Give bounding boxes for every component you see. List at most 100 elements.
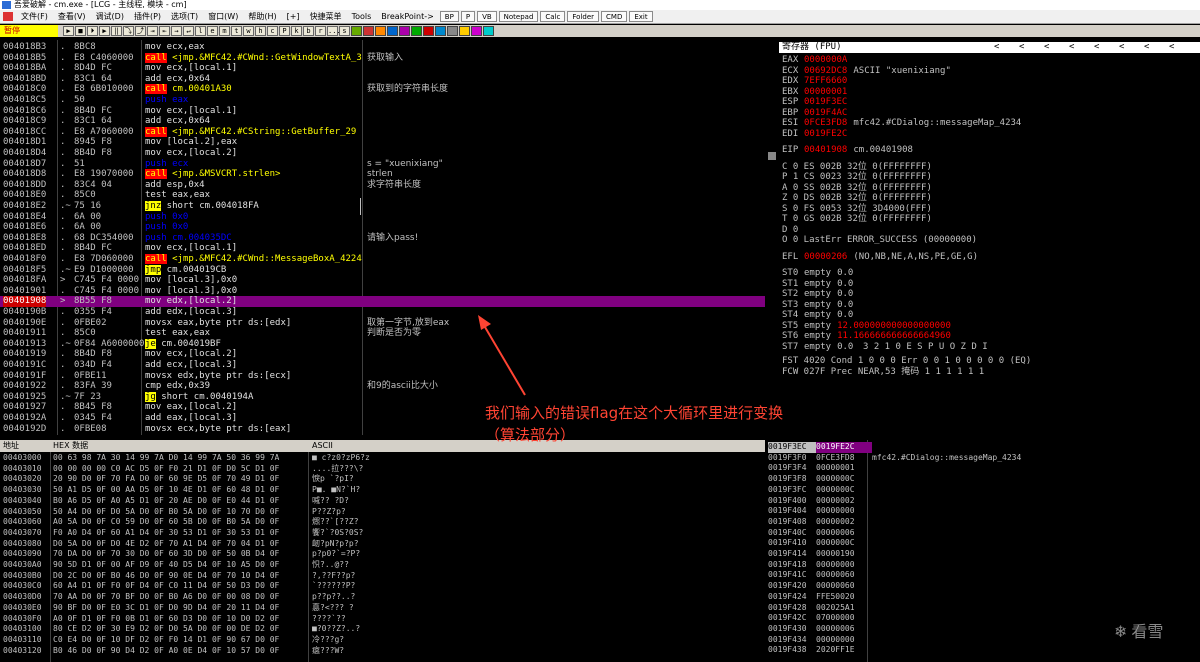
dump-header-hex[interactable]: HEX 数据 xyxy=(53,440,88,452)
register-value[interactable]: 00692DC8 xyxy=(804,66,847,76)
stack-row[interactable]: 0019F40C 00000006 xyxy=(768,528,872,539)
stack-row[interactable]: 0019F3FC 0000000C xyxy=(768,485,872,496)
registers-pane[interactable]: 寄存器 (FPU) < < < < < < < < EAX 0000000A ECX 00692DC… xyxy=(779,40,1200,440)
disasm-row[interactable]: 004018FA > C745 F4 0000 mov [local.3],0x0 xyxy=(0,275,765,286)
register-row[interactable]: ESI 0FCE3FD8 mfc42.#CDialog::messageMap_42… xyxy=(782,118,1021,129)
register-row[interactable]: EBX 00000001 xyxy=(782,87,847,98)
chevron-left-icon[interactable]: < xyxy=(1119,42,1124,53)
menu-item[interactable]: 查看(V) xyxy=(53,10,91,23)
disasm-row[interactable]: 004018C9. 83C1 64 add ecx,0x64 xyxy=(0,116,765,127)
chevron-left-icon[interactable]: < xyxy=(1019,42,1024,53)
registers-header[interactable]: 寄存器 (FPU) < < < < < < < < xyxy=(779,42,1200,53)
toolbar-window-button[interactable]: P xyxy=(279,26,290,36)
stack-row[interactable]: 0019F434 00000000 xyxy=(768,635,872,646)
flag-row[interactable]: D 0 xyxy=(782,225,798,236)
toolbar-control-icon[interactable]: ▶ xyxy=(63,26,74,36)
register-value[interactable]: 0019FE2C xyxy=(804,129,847,139)
menu-item[interactable]: Tools xyxy=(347,10,377,23)
disasm-row[interactable]: 004018D4. 8B4D F8 mov ecx,[local.2] xyxy=(0,148,765,159)
register-value[interactable]: 0FCE3FD8 xyxy=(804,118,847,128)
flag-row[interactable]: O 0 LastErr ERROR_SUCCESS (00000000) xyxy=(782,235,977,246)
toolbar-window-button[interactable]: w xyxy=(243,26,254,36)
disasm-row[interactable]: 004018F0. E8 7D060000 call <jmp.&MFC42.#CW… xyxy=(0,254,765,265)
disasm-row[interactable]: 0040191C. 034D F4 add ecx,[local.3] xyxy=(0,360,765,371)
stack-row[interactable]: 0019F408 00000002 xyxy=(768,517,872,528)
disasm-row[interactable]: 00401908 >8B55 F8 mov edx,[local.2] xyxy=(0,296,765,308)
stack-row[interactable]: 0019F3F0 0FCE3FD8 mfc42.#CDialog::messageM… xyxy=(768,453,1021,464)
menu-item[interactable]: [+] xyxy=(282,10,305,23)
register-row[interactable]: EAX 0000000A xyxy=(782,55,847,66)
fpu-row[interactable]: ST7 empty 0.0 xyxy=(782,342,853,353)
menu-tool-button[interactable]: P xyxy=(460,11,476,22)
toolbar-plugin-icon[interactable] xyxy=(471,26,482,36)
disassembly-scrollbar[interactable] xyxy=(765,40,779,435)
toolbar-window-button[interactable]: r xyxy=(315,26,326,36)
disasm-row[interactable]: 004018D7. 51 push ecx s = "xuenixiang" xyxy=(0,159,765,170)
disasm-row[interactable]: 004018C6. 8B4D FC mov ecx,[local.1] xyxy=(0,106,765,117)
flag-row[interactable]: S 0 FS 0053 32位 3D4000(FFF) xyxy=(782,204,932,215)
menu-tool-button[interactable]: CMD xyxy=(601,11,628,22)
stack-row[interactable]: 0019F438 2020FF1E xyxy=(768,645,872,656)
flag-row[interactable]: A 0 SS 002B 32位 0(FFFFFFFF) xyxy=(782,183,932,194)
disasm-row[interactable]: 004018B3. 8BC8 mov ecx,eax xyxy=(0,42,765,53)
chevron-left-icon[interactable]: < xyxy=(1069,42,1074,53)
disasm-row[interactable]: 004018C0. E8 6B010000 call cm.00401A30 获取到的… xyxy=(0,84,765,95)
scrollbar-thumb[interactable] xyxy=(768,152,776,160)
toolbar-control-icon[interactable]: ⇤ xyxy=(159,26,170,36)
fpu-row[interactable]: ST3 empty 0.0 xyxy=(782,300,853,311)
register-value[interactable]: 7EFF6660 xyxy=(804,76,847,86)
disasm-row[interactable]: 004018E8. 68 DC354000 push cm.004035DC 请输入p… xyxy=(0,233,765,244)
chevron-left-icon[interactable]: < xyxy=(1169,42,1174,53)
register-row[interactable]: ECX 00692DC8 ASCII "xuenixiang" xyxy=(782,66,951,77)
disassembly-pane[interactable]: 004018B3. 8BC8 mov ecx,eax 004018B5. E8 C406… xyxy=(0,40,765,435)
disasm-row[interactable]: 00401911. 85C0 test eax,eax 判断是否为零 xyxy=(0,328,765,339)
menu-item[interactable]: 插件(P) xyxy=(129,10,166,23)
register-value[interactable]: 00401908 xyxy=(804,145,847,155)
stack-row[interactable]: 0019F430 00000006 xyxy=(768,624,872,635)
menu-tool-button[interactable]: Folder xyxy=(567,11,600,22)
menu-item[interactable]: 调试(D) xyxy=(91,10,129,23)
disasm-row[interactable]: 004018CC. E8 A7060000 call <jmp.&MFC42.#CS… xyxy=(0,126,765,138)
toolbar-plugin-icon[interactable] xyxy=(447,26,458,36)
flag-row[interactable]: Z 0 DS 002B 32位 0(FFFFFFFF) xyxy=(782,193,932,204)
toolbar-window-button[interactable]: m xyxy=(219,26,230,36)
stack-row[interactable]: 0019F3EC 0019FE2C xyxy=(768,442,872,453)
disasm-row[interactable]: 004018E0. 85C0 test eax,eax xyxy=(0,190,765,201)
toolbar-window-button[interactable]: e xyxy=(207,26,218,36)
toolbar-control-icon[interactable]: ⇥ xyxy=(147,26,158,36)
toolbar-control-icon[interactable]: ■ xyxy=(75,26,86,36)
disasm-row[interactable]: 00401922. 83FA 39 cmp edx,0x39 和9的ascii比大小 xyxy=(0,381,765,392)
fpu-row[interactable]: ST5 empty 12.000000000000000000 xyxy=(782,321,951,332)
disasm-row[interactable]: 004018C5. 50 push eax xyxy=(0,95,765,106)
fpu-row[interactable]: ST0 empty 0.0 xyxy=(782,268,853,279)
stack-row[interactable]: 0019F410 0000000C xyxy=(768,538,872,549)
stack-row[interactable]: 0019F3F8 0000000C xyxy=(768,474,872,485)
toolbar-window-button[interactable]: c xyxy=(267,26,278,36)
toolbar-plugin-icon[interactable] xyxy=(375,26,386,36)
toolbar-plugin-icon[interactable] xyxy=(363,26,374,36)
register-value[interactable]: 0000000A xyxy=(804,55,847,65)
chevron-left-icon[interactable]: < xyxy=(994,42,999,53)
disasm-row[interactable]: 004018D8. E8 19070000 call <jmp.&MSVCRT.st… xyxy=(0,169,765,180)
disasm-row[interactable]: 004018B5. E8 C4060000 call <jmp.&MFC42.#CW… xyxy=(0,52,765,64)
toolbar-window-button[interactable]: ... xyxy=(327,26,341,36)
menu-item[interactable]: 帮助(H) xyxy=(243,10,281,23)
dump-header-address[interactable]: 地址 xyxy=(3,440,19,452)
toolbar-control-icon[interactable]: ⤵ xyxy=(123,26,134,36)
menu-item[interactable]: 选项(T) xyxy=(166,10,203,23)
dump-header-ascii[interactable]: ASCII xyxy=(312,440,333,452)
toolbar-plugin-icon[interactable] xyxy=(483,26,494,36)
register-row[interactable]: EDX 7EFF6660 xyxy=(782,76,847,87)
stack-row[interactable]: 0019F418 00000000 xyxy=(768,560,872,571)
menu-tool-button[interactable]: Calc xyxy=(540,11,566,22)
toolbar-window-button[interactable]: t xyxy=(231,26,242,36)
toolbar-control-icon[interactable]: ↵ xyxy=(183,26,194,36)
fpu-row[interactable]: ST1 empty 0.0 xyxy=(782,279,853,290)
menu-item[interactable]: BreakPoint-> xyxy=(376,10,439,23)
disasm-row[interactable]: 0040190B. 0355 F4 add edx,[local.3] xyxy=(0,307,765,318)
register-value[interactable]: 00000001 xyxy=(804,87,847,97)
toolbar-plugin-icon[interactable] xyxy=(399,26,410,36)
flag-row[interactable]: P 1 CS 0023 32位 0(FFFFFFFF) xyxy=(782,172,932,183)
menu-tool-button[interactable]: BP xyxy=(439,11,459,22)
register-value[interactable]: 0019F3EC xyxy=(804,97,847,107)
